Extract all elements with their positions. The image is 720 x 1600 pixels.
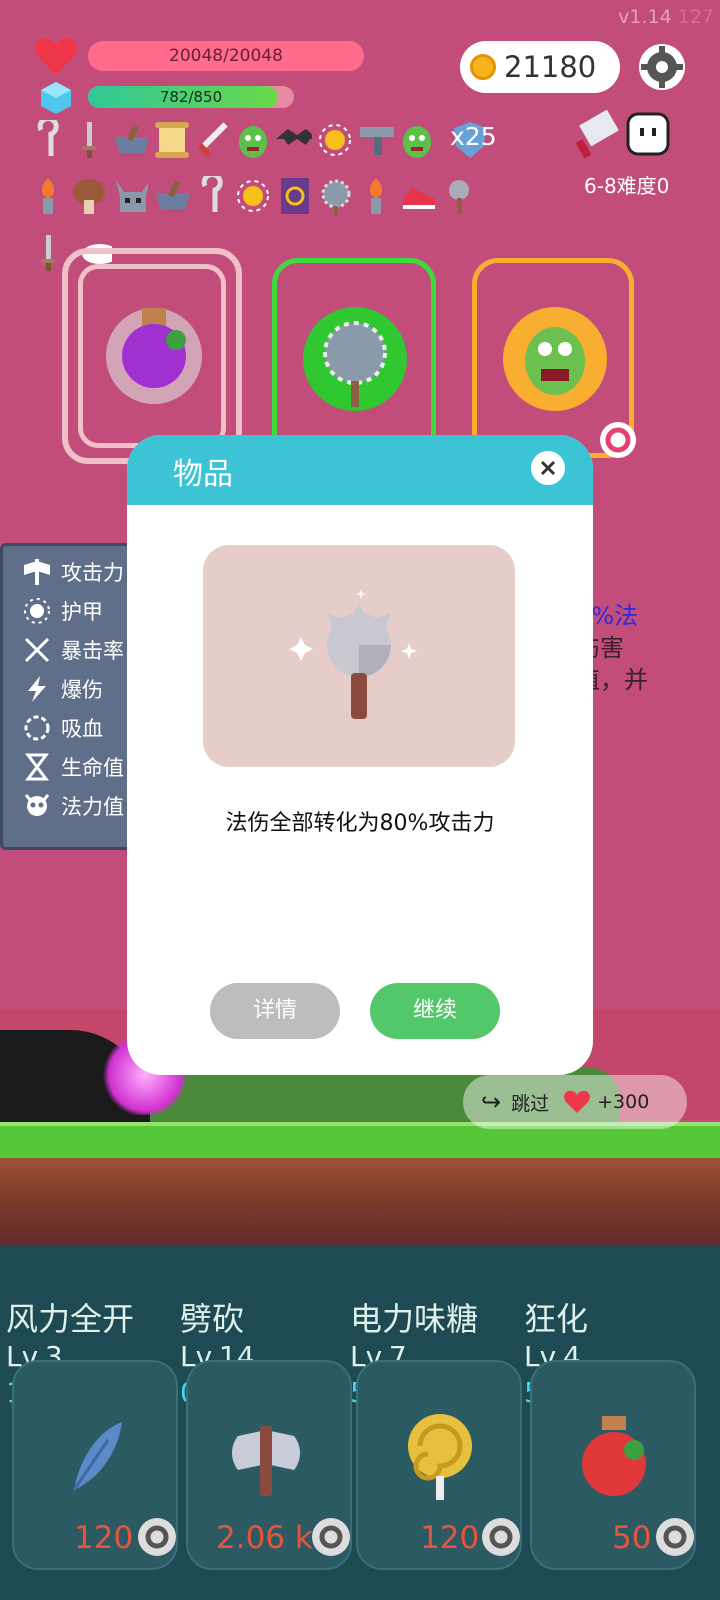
difficulty-label: 6-8难度0 — [584, 174, 670, 198]
stat-row: 暴击率 — [3, 630, 137, 669]
skill-name: 狂化 — [524, 1300, 589, 1338]
reroll-icon[interactable] — [654, 1516, 696, 1558]
crystal-icon — [38, 80, 74, 116]
spiked-mace-icon — [303, 307, 407, 411]
modal-header: 物品 — [127, 435, 593, 505]
axe-icon — [21, 556, 53, 588]
spiked-ball-icon[interactable] — [317, 176, 353, 216]
item-choice-card-mace[interactable] — [272, 258, 436, 464]
item-modal: 物品 法伤全部转化为80%攻击力 详情 继续 — [127, 435, 593, 1075]
red-potion-icon — [582, 1416, 646, 1496]
feather-icon — [72, 1422, 122, 1491]
skill-name: 劈砍 — [180, 1300, 245, 1338]
hook-icon[interactable] — [30, 120, 66, 160]
ghost-icon[interactable] — [626, 112, 670, 158]
hourglass-icon — [21, 751, 53, 783]
lollipop-icon — [408, 1414, 472, 1500]
hook-icon[interactable] — [194, 176, 230, 216]
skill-name: 风力全开 — [6, 1300, 135, 1338]
green-monster-icon — [503, 307, 607, 411]
skill-cost: 120 — [420, 1520, 480, 1556]
sword-icon[interactable] — [194, 120, 230, 160]
cleaver-icon[interactable] — [575, 109, 623, 160]
skill-slot[interactable]: 劈砍 Lv.14 0 2.06 k — [174, 1290, 354, 1590]
spellbook-icon[interactable] — [276, 176, 312, 216]
bat-icon[interactable] — [276, 120, 312, 160]
share-arrow-icon: ↪ — [481, 1088, 502, 1116]
mortar-icon[interactable] — [112, 120, 148, 160]
coin-counter: 21180 — [460, 41, 620, 93]
reroll-icon[interactable] — [480, 1516, 522, 1558]
skull-icon — [21, 790, 53, 822]
skill-cost: 50 — [612, 1520, 652, 1556]
lightning-icon — [21, 673, 53, 705]
mushroom-icon[interactable] — [71, 176, 107, 216]
horned-helmet-icon[interactable] — [112, 176, 148, 216]
torch-icon[interactable] — [30, 176, 66, 216]
scroll-icon[interactable] — [153, 120, 189, 160]
item-icon-row-2 — [30, 176, 476, 216]
stat-row: 生命值 — [3, 747, 137, 786]
modal-title: 物品 — [173, 457, 233, 492]
reroll-icon[interactable] — [310, 1516, 352, 1558]
hp-bar: 20048/20048 — [88, 41, 364, 71]
purple-potion-icon — [106, 308, 202, 404]
heart-icon — [564, 1090, 590, 1113]
crossed-swords-icon — [21, 634, 53, 666]
dagger-icon[interactable] — [30, 233, 66, 273]
sun-icon[interactable] — [317, 120, 353, 160]
stat-row: 爆伤 — [3, 669, 137, 708]
stat-row: 护甲 — [3, 591, 137, 630]
coin-icon — [470, 54, 496, 80]
item-choice-card-potion[interactable] — [62, 248, 242, 464]
sneaker-icon[interactable] — [399, 176, 435, 216]
stat-row: 攻击力 — [3, 552, 137, 591]
circle-dots-icon — [21, 712, 53, 744]
continue-button[interactable]: 继续 — [370, 983, 500, 1039]
sun-icon — [21, 595, 53, 627]
skill-cost: 2.06 k — [216, 1520, 313, 1556]
battle-axe-icon — [232, 1426, 300, 1496]
spiked-mace-icon — [289, 589, 417, 719]
skip-button[interactable]: ↪ 跳过 +300 — [463, 1075, 687, 1129]
item-icon-row-1: x25 — [30, 120, 500, 160]
green-monster-icon[interactable] — [399, 120, 435, 160]
version-label: v1.14 127 — [618, 6, 714, 28]
details-button[interactable]: 详情 — [210, 983, 340, 1039]
gun-icon[interactable] — [358, 120, 394, 160]
stat-row: 法力值 — [3, 786, 137, 825]
skill-name: 电力味糖 — [350, 1300, 479, 1338]
heart-icon — [34, 35, 78, 77]
close-icon[interactable] — [531, 451, 565, 485]
skill-slot[interactable]: 风力全开 Lv.3 15 120 — [0, 1290, 180, 1590]
torch-icon[interactable] — [358, 176, 394, 216]
mana-bar: 782/850 — [88, 86, 294, 108]
dirt-layer — [0, 1158, 720, 1248]
reroll-icon[interactable] — [596, 418, 640, 462]
sun-icon[interactable] — [235, 176, 271, 216]
settings-gear-icon[interactable] — [638, 43, 686, 91]
mortar-icon[interactable] — [153, 176, 189, 216]
stat-row: 吸血 — [3, 708, 137, 747]
green-monster-icon[interactable] — [235, 120, 271, 160]
stack-count: x25 — [450, 122, 497, 151]
spiked-mace-icon[interactable] — [440, 176, 476, 216]
skill-slot[interactable]: 电力味糖 Lv.7 5 120 — [348, 1290, 528, 1590]
item-preview — [203, 545, 515, 767]
shield-icon[interactable]: x25 — [440, 120, 500, 160]
item-description: 法伤全部转化为80%攻击力 — [225, 811, 495, 836]
skill-cost: 120 — [74, 1520, 134, 1556]
stats-panel: 攻击力 护甲 暴击率 爆伤 吸血 生命值 法力值 — [0, 543, 140, 850]
dagger-icon[interactable] — [71, 120, 107, 160]
reroll-icon[interactable] — [136, 1516, 178, 1558]
skill-slot[interactable]: 狂化 Lv.4 5 50 — [522, 1290, 702, 1590]
